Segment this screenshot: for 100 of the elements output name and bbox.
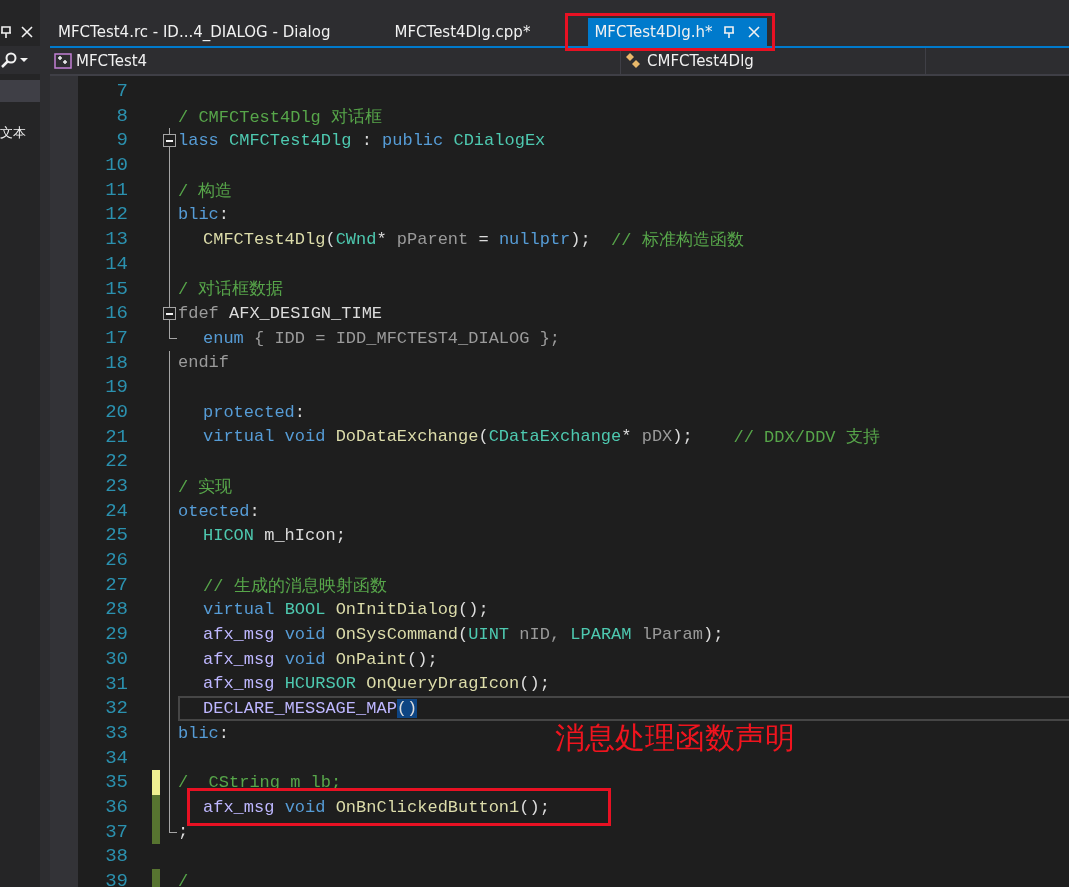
line-number: 39 [104, 869, 128, 887]
document-tab[interactable]: MFCTest4.rc - ID...4_DIALOG - Dialog [52, 18, 337, 46]
line-number: 11 [104, 177, 128, 203]
line-number: 17 [104, 325, 128, 351]
code-text: (); [407, 649, 438, 669]
keyword: void [284, 797, 327, 817]
line-number: 18 [104, 350, 128, 376]
matched-parentheses: () [396, 699, 418, 719]
line-number: 38 [104, 844, 128, 869]
code-text: (); [458, 600, 489, 620]
line-number: 25 [104, 523, 128, 549]
macro-name: DECLARE_MESSAGE_MAP [203, 699, 397, 719]
type-name: CMFCTest4Dlg [229, 131, 352, 151]
line-number: 31 [104, 671, 128, 697]
macro-name: afx_msg [203, 797, 276, 817]
keyword: void [284, 649, 327, 669]
line-number: 33 [104, 720, 128, 746]
macro-name: afx_msg [203, 649, 276, 669]
line-number: 20 [104, 399, 128, 425]
type-name: BOOL [284, 600, 327, 620]
search-icon[interactable] [0, 51, 18, 69]
code-text: = [477, 229, 490, 249]
parameter-name: lParam [640, 624, 703, 644]
line-number: 27 [104, 572, 128, 598]
code-text: : [294, 402, 306, 422]
code-text: : [249, 501, 260, 521]
line-number: 36 [104, 794, 128, 820]
type-name: HCURSOR [284, 674, 358, 694]
caret-icon[interactable] [20, 57, 28, 63]
function-name: OnSysCommand [335, 624, 459, 644]
code-comment: / 实现 [178, 476, 233, 498]
line-number: 28 [104, 597, 128, 623]
code-comment: / 对话框数据 [178, 279, 284, 301]
line-number: 32 [104, 696, 128, 721]
keyword: public [382, 131, 445, 151]
line-number: 16 [104, 301, 128, 326]
code-comment: / 构造 [178, 180, 233, 202]
code-comment: // 生成的消息映射函数 [203, 575, 387, 597]
code-text: : [218, 205, 229, 225]
project-dropdown[interactable]: MFCTest4 [50, 48, 621, 74]
line-number: 24 [104, 498, 128, 524]
close-icon[interactable] [20, 25, 34, 39]
code-text: ; [178, 822, 189, 842]
line-number: 19 [104, 375, 128, 400]
function-name: OnInitDialog [335, 600, 459, 620]
function-name: OnBnClickedButton1 [335, 797, 520, 817]
scope-dropdown[interactable]: CMFCTest4Dlg [621, 48, 926, 74]
macro-name: afx_msg [203, 624, 276, 644]
code-text: ( [478, 427, 489, 447]
keyword: blic [178, 723, 219, 743]
annotation-text: 消息处理函数声明 [555, 719, 795, 757]
collapse-icon[interactable] [163, 134, 176, 148]
type-name: UINT [468, 624, 510, 644]
code-text: ); [702, 624, 724, 644]
line-number: 30 [104, 646, 128, 672]
type-name: CWnd [335, 229, 377, 249]
document-tab[interactable]: MFCTest4Dlg.cpp* [388, 18, 537, 46]
type-name: CDialogEx [453, 131, 546, 151]
function-name: OnQueryDragIcon [366, 674, 520, 694]
keyword: lass [178, 131, 220, 151]
line-number: 9 [115, 128, 128, 154]
line-number: 13 [104, 227, 128, 252]
code-comment: // 标准构造函数 [611, 229, 744, 251]
line-number: 21 [104, 424, 128, 450]
code-text: AFX_DESIGN_TIME [229, 304, 383, 324]
code-text: : [218, 723, 229, 743]
line-number: 8 [115, 103, 128, 129]
code-text: * [376, 229, 388, 249]
line-number: 14 [104, 251, 128, 277]
code-text: ); [570, 229, 592, 249]
pin-icon[interactable] [0, 25, 14, 39]
code-text: ( [458, 624, 469, 644]
function-name: CMFCTest4Dlg [203, 229, 326, 249]
code-comment: / [178, 871, 189, 887]
line-number: 12 [104, 202, 128, 228]
parameter-name: pDX [641, 427, 673, 447]
code-comment: // DDX/DDV 支持 [733, 427, 880, 449]
parameter-name: nID, [518, 624, 562, 644]
line-number: 37 [104, 819, 128, 845]
type-name: CDataExchange [488, 427, 622, 447]
class-icon [625, 52, 643, 70]
parameter-name: pParent [396, 229, 469, 249]
sidebar-item[interactable]: 文本 [0, 124, 40, 142]
code-text: (); [519, 797, 550, 817]
line-number: 35 [104, 770, 128, 795]
code-text: ); [672, 427, 694, 447]
function-name: OnPaint [335, 649, 408, 669]
project-icon [54, 53, 72, 69]
line-number: 7 [115, 79, 128, 104]
inactive-code: { IDD = IDD_MFCTEST4_DIALOG }; [253, 328, 561, 348]
type-name: LPARAM [570, 624, 632, 644]
code-comment: / CMFCTest4Dlg 对话框 [178, 106, 383, 128]
line-number: 15 [104, 276, 128, 302]
keyword: blic [178, 205, 219, 225]
type-name: HICON [203, 526, 254, 546]
inactive-code: endif [178, 353, 229, 373]
code-text: : [360, 131, 373, 151]
keyword: protected [203, 402, 295, 422]
collapse-icon[interactable] [163, 307, 176, 321]
line-number: 26 [104, 548, 128, 573]
